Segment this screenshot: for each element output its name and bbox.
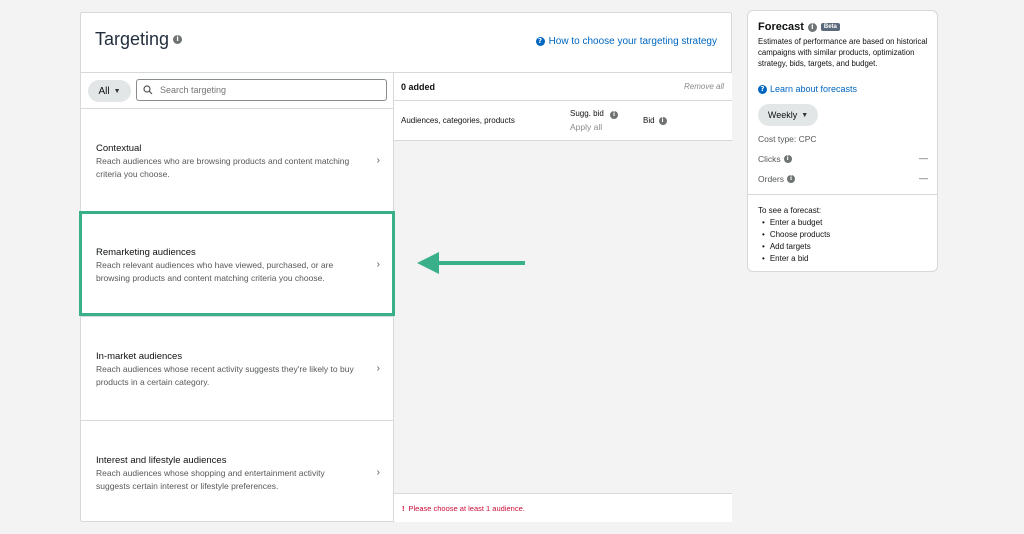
period-selected-label: Weekly [767,110,798,120]
search-input[interactable] [160,85,380,95]
list-item: Enter a budget [762,217,830,229]
validation-message-text: Please choose at least 1 audience. [408,504,525,513]
apply-all-link[interactable]: Apply all [570,122,602,132]
forecast-description: Estimates of performance are based on hi… [758,37,928,68]
targeting-toolbar: All ▼ [81,73,393,109]
info-icon[interactable]: i [786,175,795,183]
chevron-down-icon: ▼ [113,87,121,95]
orders-label-text: Orders [758,174,784,184]
option-interest-lifestyle-audiences[interactable]: Interest and lifestyle audiences Reach a… [81,421,394,522]
targeting-panel: Targeting i ? How to choose your targeti… [80,12,732,522]
targeting-header: Targeting i ? How to choose your targeti… [81,13,731,73]
learn-link-label: Learn about forecasts [770,84,858,94]
divider [748,194,937,195]
added-header: 0 added Remove all [394,73,732,101]
column-sugg-bid: Sugg. bid i [570,109,619,119]
option-description: Reach audiences whose shopping and enter… [96,468,325,491]
option-remarketing-audiences[interactable]: Remarketing audiences Reach relevant aud… [81,213,394,317]
option-title: Contextual [96,143,142,154]
column-bid: Bid i [643,116,667,125]
option-title: In-market audiences [96,351,183,362]
added-targets-column: 0 added Remove all Audiences, categories… [394,73,732,522]
clicks-label-text: Clicks [758,154,781,164]
option-contextual[interactable]: Contextual Reach audiences who are brows… [81,109,394,213]
forecast-steps-list: Enter a budget Choose products Add targe… [762,217,830,265]
clicks-value: — [919,153,928,163]
option-description: Reach relevant audiences who have viewed… [96,260,334,283]
chevron-right-icon: › [376,467,380,478]
added-columns-header: Audiences, categories, products Sugg. bi… [394,101,732,141]
search-icon [143,85,153,95]
forecast-period-dropdown[interactable]: Weekly ▼ [758,104,818,126]
option-description: Reach audiences who are browsing product… [96,156,350,179]
option-description: Reach audiences whose recent activity su… [96,364,354,387]
forecast-title-text: Forecast [758,21,804,33]
info-icon[interactable]: i [173,35,183,44]
help-icon: ? [535,37,545,46]
column-sugg-bid-label: Sugg. bid [570,109,604,118]
validation-message: ! Please choose at least 1 audience. [402,504,525,513]
pointer-arrow-icon [417,252,525,274]
option-title: Interest and lifestyle audiences [96,455,227,466]
added-count: 0 added [401,82,436,92]
learn-about-forecasts-link[interactable]: ? Learn about forecasts [758,84,857,94]
info-icon[interactable]: i [783,155,792,163]
option-title: Remarketing audiences [96,247,196,258]
remove-all-link[interactable]: Remove all [684,82,724,91]
chevron-right-icon: › [376,259,380,270]
page-title: Targeting i [95,29,183,50]
orders-label: Orders i [758,174,795,184]
targeting-strategy-help-link[interactable]: ? How to choose your targeting strategy [535,36,717,47]
beta-badge: Beta [820,23,840,31]
targeting-title-text: Targeting [95,29,170,49]
validation-bar: ! Please choose at least 1 audience. [394,493,732,522]
info-icon[interactable]: i [610,111,619,119]
column-bid-label: Bid [643,116,655,125]
alert-icon: ! [402,504,405,513]
list-item: Add targets [762,241,830,253]
filter-dropdown[interactable]: All ▼ [88,80,131,102]
list-item: Enter a bid [762,253,830,265]
forecast-instructions-title: To see a forecast: [758,206,822,215]
list-item: Choose products [762,229,830,241]
chevron-right-icon: › [376,155,380,166]
targeting-options-column: All ▼ Contextual Reach audiences who are… [81,73,394,522]
info-icon[interactable]: i [807,22,817,32]
help-icon: ? [758,84,767,94]
chevron-down-icon: ▼ [801,111,809,119]
filter-selected-label: All [98,85,110,97]
search-field[interactable] [136,79,387,101]
orders-value: — [919,173,928,183]
forecast-panel: Forecast i Beta Estimates of performance… [747,10,938,272]
column-audiences: Audiences, categories, products [401,116,515,125]
info-icon[interactable]: i [658,116,667,125]
forecast-title: Forecast i Beta [758,21,840,33]
clicks-label: Clicks i [758,154,792,164]
chevron-right-icon: › [376,363,380,374]
help-link-label: How to choose your targeting strategy [548,36,717,47]
cost-type: Cost type: CPC [758,134,817,144]
option-in-market-audiences[interactable]: In-market audiences Reach audiences whos… [81,317,394,421]
